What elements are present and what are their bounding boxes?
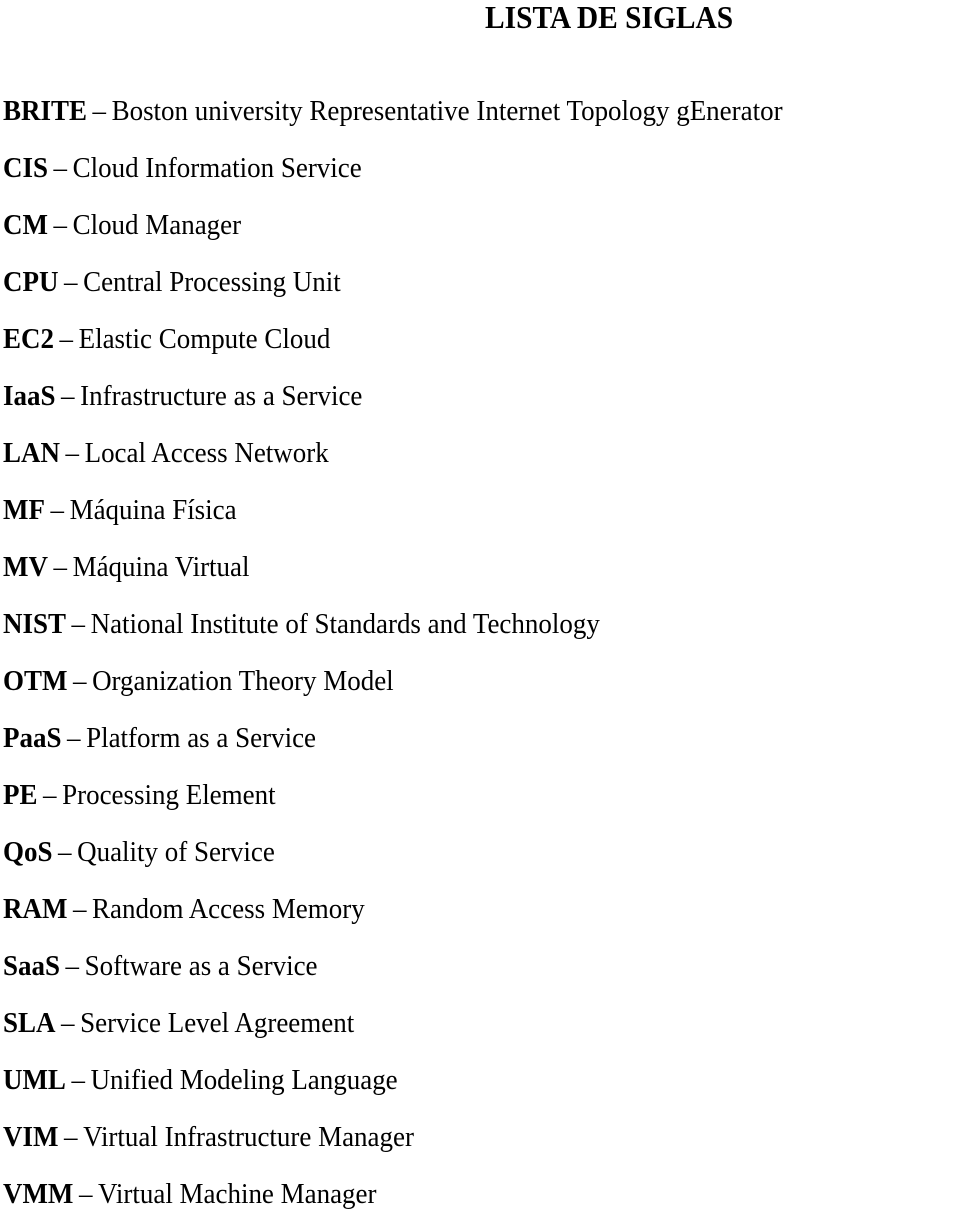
acronym-entry: MF – Máquina Física xyxy=(3,490,783,547)
acronym-entry: CM – Cloud Manager xyxy=(3,205,783,262)
acronym-entry: PE – Processing Element xyxy=(3,775,783,832)
definition: Processing Element xyxy=(62,779,276,811)
acronym-entry: VMM – Virtual Machine Manager xyxy=(3,1174,783,1231)
separator: – xyxy=(78,1178,93,1210)
acronym-entry: BRITE – Boston university Representative I… xyxy=(3,91,783,148)
acronym: RAM xyxy=(3,893,68,925)
acronym: MV xyxy=(3,551,48,583)
separator: – xyxy=(64,266,78,298)
acronym-entry: MV – Máquina Virtual xyxy=(3,547,783,604)
definition: Organization Theory Model xyxy=(92,665,394,697)
separator: – xyxy=(61,1007,75,1039)
separator: – xyxy=(64,1121,78,1153)
separator: – xyxy=(92,95,107,127)
definition: Boston university Representative Interne… xyxy=(111,95,783,127)
separator: – xyxy=(71,608,86,640)
acronym-entry: EC2– Elastic Compute Cloud xyxy=(3,319,783,376)
separator: – xyxy=(53,209,68,241)
definition: Máquina Física xyxy=(69,494,237,526)
acronym-entry: CIS – Cloud Information Service xyxy=(3,148,783,205)
acronym: PaaS xyxy=(3,722,62,754)
definition: Virtual Infrastructure Manager xyxy=(83,1121,414,1153)
acronym-entry: NIST – National Institute of Standards and… xyxy=(3,604,783,661)
acronym-entry: LAN – Local Access Network xyxy=(3,433,783,490)
acronym: MF xyxy=(3,494,45,526)
separator: – xyxy=(50,494,65,526)
definition: Local Access Network xyxy=(84,437,329,469)
separator: – xyxy=(72,893,87,925)
acronym-list: BRITE – Boston university Representative I… xyxy=(3,91,841,1231)
acronym: CIS xyxy=(3,152,48,184)
definition: Platform as a Service xyxy=(86,722,317,754)
separator: – xyxy=(59,323,74,355)
acronym: CPU xyxy=(3,266,59,298)
acronym-entry: QoS – Quality of Service xyxy=(3,832,783,889)
acronym-entry: CPU – Central Processing Unit xyxy=(3,262,783,319)
definition: Infrastructure as a Service xyxy=(80,380,363,412)
acronym-entry: PaaS – Platform as a Service xyxy=(3,718,783,775)
separator: – xyxy=(61,380,75,412)
acronym: OTM xyxy=(3,665,68,697)
acronym: VIM xyxy=(3,1121,59,1153)
separator: – xyxy=(67,722,81,754)
definition: Cloud Information Service xyxy=(72,152,362,184)
definition: National Institute of Standards and Tech… xyxy=(90,608,600,640)
definition: Virtual Machine Manager xyxy=(98,1178,377,1210)
definition: Cloud Manager xyxy=(72,209,242,241)
definition: Central Processing Unit xyxy=(83,266,341,298)
definition: Quality of Service xyxy=(77,836,275,868)
separator: – xyxy=(58,836,72,868)
definition: Service Level Agreement xyxy=(80,1007,355,1039)
page-title: LISTA DE SIGLAS xyxy=(485,0,734,35)
definition: Random Access Memory xyxy=(92,893,365,925)
acronym: EC2 xyxy=(3,323,54,355)
acronym: UML xyxy=(3,1064,66,1096)
separator: – xyxy=(53,551,68,583)
acronym: CM xyxy=(3,209,48,241)
definition: Unified Modeling Language xyxy=(90,1064,398,1096)
acronym-entry: UML – Unified Modeling Language xyxy=(3,1060,783,1117)
acronym: VMM xyxy=(3,1178,74,1210)
acronym-entry: OTM – Organization Theory Model xyxy=(3,661,783,718)
acronym-entry: SaaS – Software as a Service xyxy=(3,946,783,1003)
separator: – xyxy=(73,665,87,697)
separator: – xyxy=(53,152,68,184)
acronym: IaaS xyxy=(3,380,56,412)
acronym: LAN xyxy=(3,437,60,469)
separator: – xyxy=(65,950,80,982)
separator: – xyxy=(71,1064,85,1096)
definition: Elastic Compute Cloud xyxy=(78,323,331,355)
acronym-entry: RAM – Random Access Memory xyxy=(3,889,783,946)
separator: – xyxy=(43,779,57,811)
acronym: BRITE xyxy=(3,95,87,127)
acronym: NIST xyxy=(3,608,66,640)
separator: – xyxy=(65,437,80,469)
definition: Software as a Service xyxy=(84,950,318,982)
definition: Máquina Virtual xyxy=(72,551,250,583)
acronym: SLA xyxy=(3,1007,56,1039)
acronym-entry: VIM – Virtual Infrastructure Manager xyxy=(3,1117,783,1174)
acronym: QoS xyxy=(3,836,53,868)
acronym-entry: SLA – Service Level Agreement xyxy=(3,1003,783,1060)
acronym: SaaS xyxy=(3,950,60,982)
acronym: PE xyxy=(3,779,38,811)
acronym-entry: IaaS – Infrastructure as a Service xyxy=(3,376,783,433)
